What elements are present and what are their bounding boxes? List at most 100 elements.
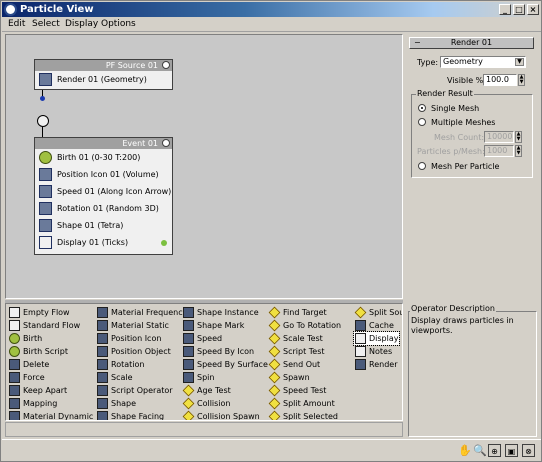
- depot-item[interactable]: Shape Mark: [182, 319, 244, 332]
- operator-row[interactable]: Birth 01 (0-30 T:200): [35, 149, 172, 166]
- menu-display[interactable]: Display: [65, 19, 98, 29]
- minimize-button[interactable]: _: [499, 4, 511, 15]
- depot-item[interactable]: Delete: [8, 358, 49, 371]
- toggle-icon[interactable]: [162, 61, 170, 69]
- depot-item[interactable]: Split Amount: [268, 397, 335, 410]
- birth-icon: [39, 151, 52, 164]
- depot-item[interactable]: Material Dynamic: [8, 410, 93, 420]
- depot-scrollbar[interactable]: [5, 422, 403, 437]
- mesh-count-spinner[interactable]: ▲ ▼: [515, 131, 522, 143]
- zoom-region-icon[interactable]: ⊕: [488, 444, 501, 457]
- depot-item-label: Material Static: [111, 321, 169, 330]
- event-node-title[interactable]: Event 01: [35, 138, 172, 149]
- zoom-icon[interactable]: 🔍: [473, 444, 487, 457]
- rotation-icon: [39, 202, 52, 215]
- close-button[interactable]: ×: [527, 4, 539, 15]
- depot-item[interactable]: Empty Flow: [8, 306, 70, 319]
- depot-item[interactable]: Render: [354, 358, 397, 371]
- no-zoom-icon[interactable]: ⊗: [522, 444, 535, 457]
- depot-item[interactable]: Standard Flow: [8, 319, 80, 332]
- depot-item-label: Standard Flow: [23, 321, 81, 330]
- menu-options[interactable]: Options: [101, 19, 136, 29]
- depot-item[interactable]: Collision: [182, 397, 231, 410]
- maximize-button[interactable]: □: [513, 4, 525, 15]
- source-node-title[interactable]: PF Source 01: [35, 60, 172, 71]
- zoom-extents-icon[interactable]: ▣: [505, 444, 518, 457]
- depot-item-label: Material Frequency: [111, 308, 188, 317]
- depot-item[interactable]: Age Test: [182, 384, 231, 397]
- particles-per-mesh-spinner[interactable]: ▲ ▼: [515, 145, 522, 157]
- depot-item[interactable]: Keep Apart: [8, 384, 67, 397]
- type-dropdown[interactable]: Geometry ▼: [440, 56, 526, 68]
- depot-item-label: Script Test: [283, 347, 325, 356]
- position-icon: [39, 168, 52, 181]
- operator-row[interactable]: Render 01 (Geometry): [35, 71, 172, 88]
- depot-item[interactable]: Collision Spawn: [182, 410, 260, 420]
- depot-item[interactable]: Notes: [354, 345, 392, 358]
- depot-item[interactable]: Shape: [96, 397, 136, 410]
- depot-item[interactable]: Scale Test: [268, 332, 323, 345]
- depot-item[interactable]: Cache: [354, 319, 394, 332]
- title-bar[interactable]: Particle View _ □ ×: [2, 2, 541, 17]
- depot-item-label: Shape: [111, 399, 137, 408]
- depot-item[interactable]: Shape Instance: [182, 306, 259, 319]
- depot-item[interactable]: Speed By Icon: [182, 345, 254, 358]
- depot-item[interactable]: Split Source: [354, 306, 402, 319]
- source-output-port[interactable]: [40, 96, 45, 101]
- operator-row[interactable]: Rotation 01 (Random 3D): [35, 200, 172, 217]
- event-input-port[interactable]: [37, 115, 49, 127]
- type-value: Geometry: [443, 57, 483, 66]
- multiple-meshes-label: Multiple Meshes: [431, 118, 496, 127]
- operator-row[interactable]: Display 01 (Ticks): [35, 234, 172, 251]
- source-node[interactable]: PF Source 01 Render 01 (Geometry): [34, 59, 173, 90]
- depot-item[interactable]: Speed Test: [268, 384, 326, 397]
- depot-item[interactable]: Scale: [96, 371, 133, 384]
- event-node[interactable]: Event 01 Birth 01 (0-30 T:200) Position …: [34, 137, 173, 255]
- depot-item[interactable]: Speed By Surface: [182, 358, 268, 371]
- depot-item[interactable]: Speed: [182, 332, 222, 345]
- menu-select[interactable]: Select: [32, 19, 60, 29]
- visible-spinner[interactable]: ▲ ▼: [518, 74, 525, 86]
- depot-item[interactable]: Script Operator: [96, 384, 173, 397]
- material-frequency-icon: [97, 307, 108, 318]
- particle-diagram[interactable]: PF Source 01 Render 01 (Geometry) Event …: [5, 34, 403, 299]
- depot-item[interactable]: Mapping: [8, 397, 57, 410]
- app-icon: [4, 3, 17, 16]
- depot-item[interactable]: Birth Script: [8, 345, 68, 358]
- single-mesh-radio[interactable]: [418, 104, 426, 112]
- depot-item[interactable]: Material Frequency: [96, 306, 187, 319]
- rollout-header[interactable]: − Render 01: [409, 37, 534, 49]
- render-result-label: Render Result: [416, 89, 474, 98]
- depot-item[interactable]: Script Test: [268, 345, 325, 358]
- depot-item[interactable]: Material Static: [96, 319, 169, 332]
- mesh-per-particle-radio[interactable]: [418, 162, 426, 170]
- toggle-icon[interactable]: [162, 139, 170, 147]
- depot-item[interactable]: Go To Rotation: [268, 319, 341, 332]
- depot-item[interactable]: Rotation: [96, 358, 144, 371]
- speed-by-icon-icon: [183, 346, 194, 357]
- visible-percent-field[interactable]: 100.0: [483, 74, 517, 86]
- multiple-meshes-radio[interactable]: [418, 118, 426, 126]
- menu-edit[interactable]: Edit: [8, 19, 25, 29]
- depot-item[interactable]: Shape Facing: [96, 410, 164, 420]
- mesh-count-field[interactable]: 10000: [484, 131, 514, 143]
- depot-item[interactable]: Find Target: [268, 306, 327, 319]
- depot-item[interactable]: Display: [353, 331, 400, 346]
- depot-item[interactable]: Spin: [182, 371, 214, 384]
- pan-icon[interactable]: ✋: [458, 444, 472, 457]
- description-title: Operator Description: [410, 304, 496, 313]
- operator-row[interactable]: Position Icon 01 (Volume): [35, 166, 172, 183]
- depot-item[interactable]: Spawn: [268, 371, 310, 384]
- depot-item[interactable]: Send Out: [268, 358, 320, 371]
- birth-script-icon: [9, 346, 20, 357]
- depot-item[interactable]: Birth: [8, 332, 42, 345]
- position-object-icon: [97, 346, 108, 357]
- depot-item[interactable]: Position Object: [96, 345, 171, 358]
- depot-item[interactable]: Force: [8, 371, 45, 384]
- particles-per-mesh-field[interactable]: 1000: [484, 145, 514, 157]
- depot-item[interactable]: Position Icon: [96, 332, 161, 345]
- depot-item-label: Render: [369, 360, 398, 369]
- operator-row[interactable]: Speed 01 (Along Icon Arrow): [35, 183, 172, 200]
- operator-row[interactable]: Shape 01 (Tetra): [35, 217, 172, 234]
- depot-item[interactable]: Split Selected: [268, 410, 338, 420]
